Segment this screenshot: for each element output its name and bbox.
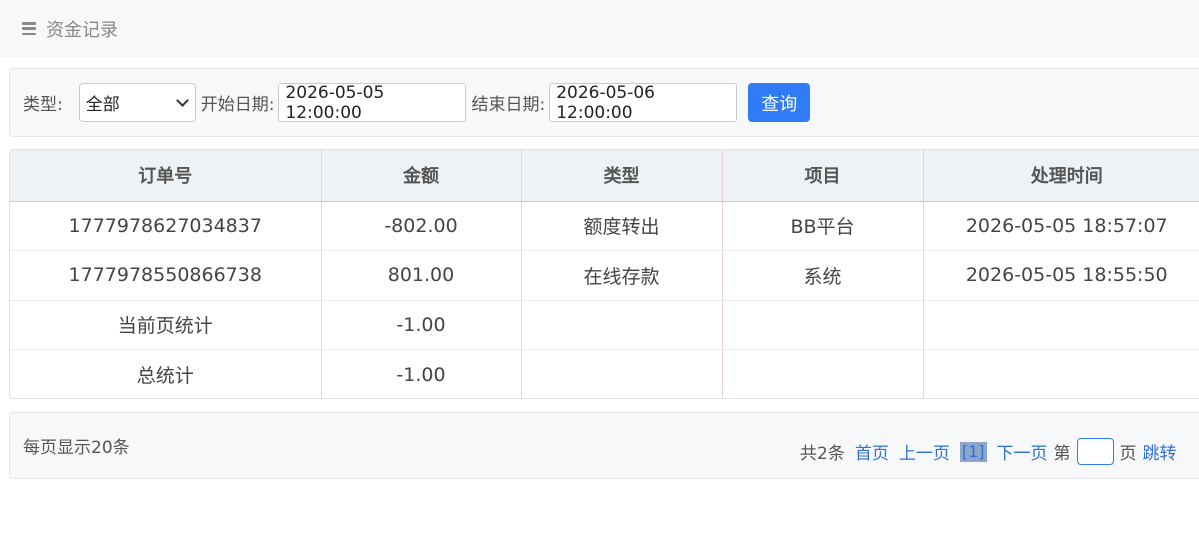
col-type: 类型 [521,150,723,202]
type-select-value: 全部 [85,95,120,115]
query-button[interactable]: 查询 [748,83,811,122]
cell-amount: 801.00 [321,250,522,301]
next-page-link[interactable]: 下一页 [997,439,1048,464]
total-summary-row: 总统计 -1.00 [10,349,1199,399]
end-date-input[interactable]: 2026-05-06 12:00:00 [549,82,738,123]
type-select[interactable]: 全部 [78,83,196,122]
cell-amount: -802.00 [321,201,522,251]
total-amount: -1.00 [321,349,522,398]
table-row: 1777978627034837 -802.00 额度转出 BB平台 2026-… [10,201,1199,251]
col-amount: 金额 [321,150,522,202]
page-prefix: 第 [1053,444,1071,464]
current-page: [1] [959,441,987,462]
cell-time: 2026-05-05 18:55:50 [923,250,1199,301]
col-order-id: 订单号 [10,150,322,202]
summary-empty [923,300,1199,350]
page-number-input[interactable] [1076,438,1114,465]
cell-order-id: 1777978550866738 [10,250,322,301]
pagination-bar: 每页显示20条 共2条 首页 上一页 [1] 下一页 第 页 跳转 [9,412,1199,479]
start-date-input[interactable]: 2026-05-05 12:00:00 [278,82,467,123]
cell-item: 系统 [722,250,924,301]
jump-link[interactable]: 跳转 [1143,439,1177,464]
menu-icon[interactable] [22,22,36,35]
total-empty [722,349,924,398]
pagination-nav: 共2条 首页 上一页 [1] 下一页 第 页 跳转 [800,438,1177,465]
total-empty [923,350,1199,399]
cell-type: 在线存款 [521,250,723,301]
summary-empty [722,300,924,350]
summary-empty [521,300,723,350]
end-date-label: 结束日期: [471,95,546,115]
cell-type: 额度转出 [521,201,723,251]
filter-bar: 类型: 全部 开始日期: 2026-05-05 12:00:00 结束日期: 2… [9,68,1199,137]
total-label: 总统计 [10,349,322,398]
end-date-value: 2026-05-06 12:00:00 [556,82,655,123]
start-date-value: 2026-05-05 12:00:00 [285,82,385,123]
chevron-down-icon [175,93,189,107]
cell-time: 2026-05-05 18:57:07 [923,201,1199,251]
page-title: 资金记录 [46,19,118,41]
cell-order-id: 1777978627034837 [10,201,322,251]
type-label: 类型: [23,95,63,115]
prev-page-link[interactable]: 上一页 [899,439,950,464]
summary-amount: -1.00 [321,300,522,350]
table-row: 1777978550866738 801.00 在线存款 系统 2026-05-… [10,250,1199,301]
cell-item: BB平台 [722,201,924,251]
col-item: 项目 [722,150,924,202]
first-page-link[interactable]: 首页 [855,439,889,464]
page-summary-row: 当前页统计 -1.00 [10,300,1199,350]
start-date-label: 开始日期: [200,95,275,115]
summary-label: 当前页统计 [10,300,322,350]
per-page-text: 每页显示20条 [23,438,130,458]
page-header: 资金记录 [0,0,1199,57]
table-header-row: 订单号 金额 类型 项目 处理时间 [10,150,1199,202]
records-table: 订单号 金额 类型 项目 处理时间 1777978627034837 -802.… [9,149,1199,399]
total-count: 共2条 [800,444,845,464]
col-time: 处理时间 [923,150,1199,202]
page-suffix: 页 [1119,444,1137,464]
total-empty [521,349,723,398]
